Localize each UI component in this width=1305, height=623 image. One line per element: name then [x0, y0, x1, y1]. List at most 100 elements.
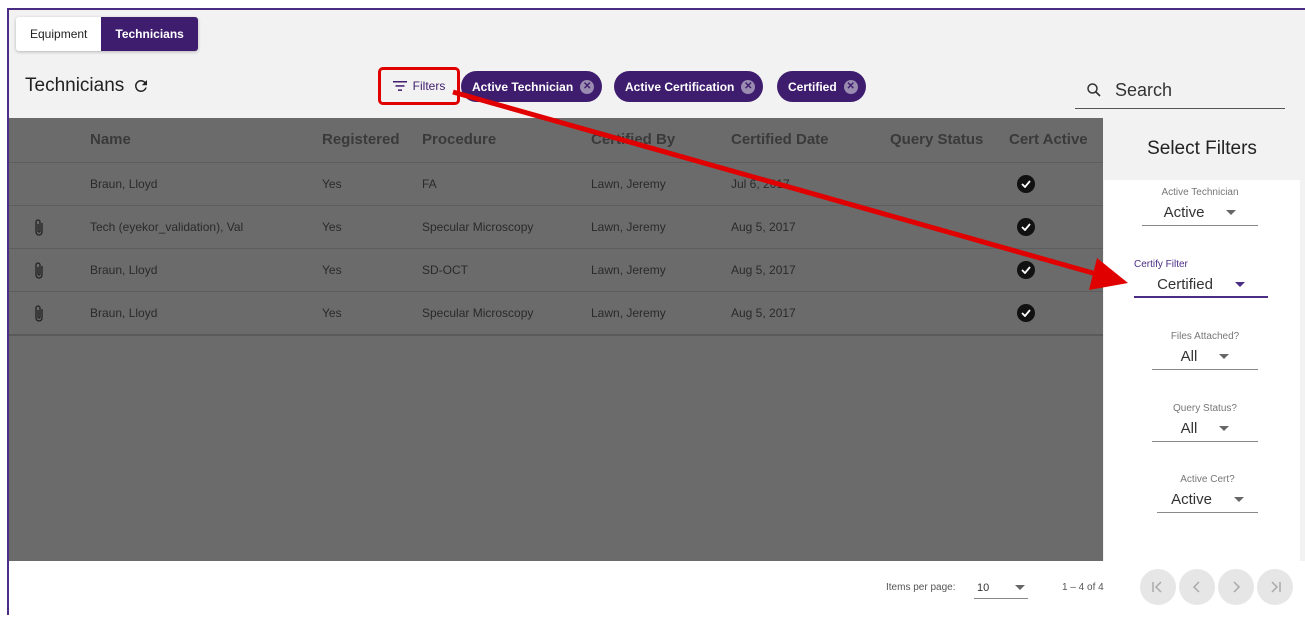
table-row[interactable]: Tech (eyekor_validation), Val Yes Specul…	[9, 205, 1103, 248]
dropdown-arrow-icon	[1226, 210, 1237, 215]
cell-name: Braun, Lloyd	[90, 177, 158, 191]
check-circle-icon	[1017, 175, 1035, 193]
select-value-box[interactable]: Active	[1157, 487, 1258, 513]
table-header-row: Name Registered Procedure Certified By C…	[9, 118, 1103, 162]
filters-button[interactable]: Filters	[378, 67, 460, 105]
select-value-box[interactable]: Active	[1142, 200, 1258, 226]
query-status-select[interactable]: Query Status? All	[1152, 403, 1258, 442]
select-value: All	[1180, 420, 1198, 437]
tab-technicians[interactable]: Technicians	[101, 17, 198, 51]
last-page-button[interactable]	[1257, 569, 1293, 605]
chip-remove-icon[interactable]: ✕	[580, 79, 595, 94]
field-label: Files Attached?	[1170, 331, 1240, 342]
page-title: Technicians	[25, 75, 150, 97]
chip-remove-icon[interactable]: ✕	[843, 79, 858, 94]
tab-bar: Equipment Technicians	[16, 17, 198, 51]
chip-remove-icon[interactable]: ✕	[741, 79, 756, 94]
active-technician-select[interactable]: Active Technician Active	[1142, 187, 1258, 226]
check-circle-icon	[1017, 304, 1035, 322]
cell-certified-date: Aug 5, 2017	[731, 263, 796, 277]
active-cert-select[interactable]: Active Cert? Active	[1157, 474, 1258, 513]
cell-procedure: FA	[422, 177, 437, 191]
previous-page-button[interactable]	[1179, 569, 1215, 605]
select-value: All	[1180, 348, 1198, 365]
cell-procedure: Specular Microscopy	[422, 220, 534, 234]
dropdown-arrow-icon	[1233, 497, 1244, 502]
chip-label: Certified	[788, 79, 837, 94]
chevron-right-icon	[1233, 581, 1241, 593]
cell-certified-by: Lawn, Jeremy	[591, 220, 666, 234]
chip-active-certification[interactable]: Active Certification ✕	[614, 71, 764, 102]
cell-registered: Yes	[322, 220, 342, 234]
chip-certified[interactable]: Certified ✕	[777, 71, 866, 102]
dropdown-arrow-icon	[1219, 354, 1230, 359]
dropdown-arrow-icon	[1219, 426, 1230, 431]
column-header-procedure[interactable]: Procedure	[422, 131, 496, 148]
search-icon	[1087, 83, 1101, 97]
tab-equipment[interactable]: Equipment	[16, 17, 101, 51]
filter-panel: Select Filters Active Technician Active …	[1104, 118, 1300, 561]
attachment-icon[interactable]	[33, 304, 45, 324]
column-header-query-status[interactable]: Query Status	[890, 131, 983, 148]
filters-label: Filters	[412, 79, 446, 93]
page-title-text: Technicians	[25, 75, 125, 96]
page-range-label: 1 – 4 of 4	[1062, 582, 1104, 593]
select-value-box[interactable]: All	[1152, 344, 1258, 370]
cell-certified-by: Lawn, Jeremy	[591, 177, 666, 191]
cell-certified-by: Lawn, Jeremy	[591, 306, 666, 320]
next-page-button[interactable]	[1218, 569, 1254, 605]
cell-name: Braun, Lloyd	[90, 306, 158, 320]
column-header-registered[interactable]: Registered	[322, 131, 400, 148]
toolbar: Technicians Filters Active Technician ✕ …	[9, 58, 1305, 118]
attachment-icon[interactable]	[33, 218, 45, 238]
items-per-page-label: Items per page:	[886, 582, 956, 593]
cell-name: Tech (eyekor_validation), Val	[90, 220, 244, 234]
column-header-name[interactable]: Name	[90, 131, 131, 148]
filter-list-icon	[392, 81, 407, 91]
cell-name: Braun, Lloyd	[90, 263, 158, 277]
table-bottom-divider	[9, 334, 1103, 336]
cell-registered: Yes	[322, 177, 342, 191]
check-circle-icon	[1017, 261, 1035, 279]
check-circle-icon	[1017, 218, 1035, 236]
select-value: Active	[1163, 204, 1205, 221]
select-value: Active	[1171, 491, 1212, 508]
items-per-page-value: 10	[977, 581, 990, 594]
cell-procedure: Specular Microscopy	[422, 306, 534, 320]
field-label: Active Technician	[1161, 187, 1239, 198]
chip-label: Active Technician	[472, 79, 574, 94]
select-value: Certified	[1157, 275, 1213, 293]
field-label: Active Cert?	[1180, 474, 1235, 485]
column-header-cert-active[interactable]: Cert Active	[1009, 131, 1088, 148]
refresh-icon[interactable]	[132, 77, 150, 95]
chip-active-technician[interactable]: Active Technician ✕	[461, 71, 603, 102]
table-row[interactable]: Braun, Lloyd Yes Specular Microscopy Law…	[9, 291, 1103, 334]
cell-certified-by: Lawn, Jeremy	[591, 263, 666, 277]
cell-registered: Yes	[322, 306, 342, 320]
search-input[interactable]: Search	[1115, 80, 1172, 101]
items-per-page-select[interactable]: 10	[974, 577, 1028, 599]
field-label: Query Status?	[1173, 403, 1237, 414]
column-header-certified-by[interactable]: Certified By	[591, 131, 675, 148]
select-value-box[interactable]: Certified	[1134, 272, 1268, 298]
column-header-certified-date[interactable]: Certified Date	[731, 131, 829, 148]
attachment-icon[interactable]	[33, 261, 45, 281]
first-page-button[interactable]	[1140, 569, 1176, 605]
table-row[interactable]: Braun, Lloyd Yes FA Lawn, Jeremy Jul 6, …	[9, 162, 1103, 205]
cell-certified-date: Jul 6, 2017	[731, 177, 790, 191]
cell-procedure: SD-OCT	[422, 263, 468, 277]
search-field[interactable]: Search	[1075, 72, 1285, 109]
table-row[interactable]: Braun, Lloyd Yes SD-OCT Lawn, Jeremy Aug…	[9, 248, 1103, 291]
certify-filter-select[interactable]: Certify Filter Certified	[1134, 259, 1268, 298]
dropdown-arrow-icon	[1015, 585, 1025, 590]
technicians-table: Name Registered Procedure Certified By C…	[9, 118, 1103, 561]
cell-registered: Yes	[322, 263, 342, 277]
chevron-left-icon	[1192, 581, 1200, 593]
cell-certified-date: Aug 5, 2017	[731, 306, 796, 320]
cell-certified-date: Aug 5, 2017	[731, 220, 796, 234]
filter-panel-title: Select Filters	[1104, 118, 1300, 180]
chip-label: Active Certification	[625, 79, 735, 94]
select-value-box[interactable]: All	[1152, 416, 1258, 442]
paginator: Items per page: 10 1 – 4 of 4	[9, 561, 1305, 615]
files-attached-select[interactable]: Files Attached? All	[1152, 331, 1258, 370]
